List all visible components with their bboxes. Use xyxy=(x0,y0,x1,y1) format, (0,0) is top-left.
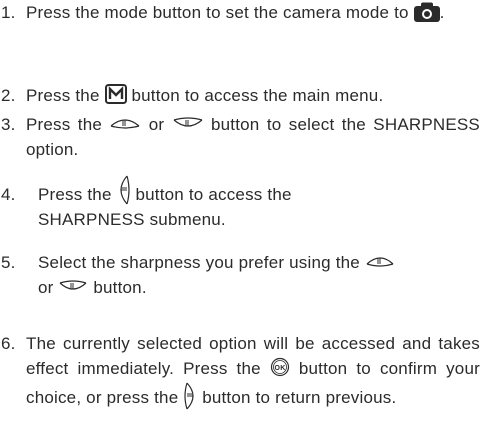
nav-up-button-icon xyxy=(365,254,395,268)
nav-right-button-icon xyxy=(117,174,131,206)
camera-icon xyxy=(413,2,440,22)
step-text: Select the sharpness you prefer using th… xyxy=(38,250,480,300)
step-text-part: button to access the xyxy=(130,185,292,204)
nav-down-button-icon xyxy=(58,279,88,293)
step-text-part: Press the mode button to set the camera … xyxy=(26,3,414,22)
step-text: Press the or button to select the SHARPN… xyxy=(26,112,480,162)
step-text-part: Press the xyxy=(26,86,105,105)
step-number: 2. xyxy=(1,86,16,105)
step-text-part: button to access the main menu. xyxy=(126,86,384,105)
step-text-part: Press the xyxy=(26,115,110,134)
step-text: Press the button to access the SHARPNESS … xyxy=(38,175,480,232)
nav-left-button-icon xyxy=(183,381,197,411)
step-number: 5. xyxy=(1,253,16,272)
step-text-part: SHARPNESS submenu. xyxy=(38,210,226,229)
nav-down-button-icon xyxy=(172,116,204,130)
ok-button-icon: OK xyxy=(270,357,290,377)
step-text: Press the button to access the main menu… xyxy=(26,83,480,108)
step-number: 1. xyxy=(1,3,16,22)
step-text-part: Select the sharpness you prefer using th… xyxy=(38,253,365,272)
step-number: 3. xyxy=(1,115,16,134)
menu-m-icon xyxy=(104,84,127,104)
step-text-part: . xyxy=(439,3,445,22)
step-text-part: or xyxy=(38,278,59,297)
svg-text:OK: OK xyxy=(274,365,285,372)
step-text-part: button. xyxy=(88,278,147,297)
step-text-part: button to return previous. xyxy=(197,388,397,407)
step-number: 6. xyxy=(1,334,16,353)
step-text: Press the mode button to set the camera … xyxy=(26,0,480,25)
step-text-part: or xyxy=(141,115,172,134)
step-text-part: Press the xyxy=(38,185,117,204)
nav-up-button-icon xyxy=(109,116,141,130)
step-number: 4. xyxy=(1,185,16,204)
step-text: The currently selected option will be ac… xyxy=(26,331,480,411)
